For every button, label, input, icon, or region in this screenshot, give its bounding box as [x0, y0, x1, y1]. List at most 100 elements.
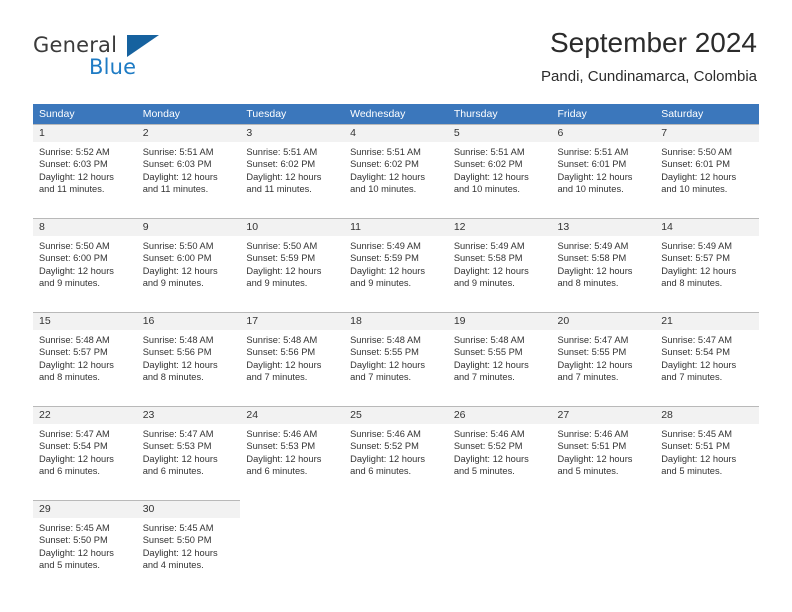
- day-cell[interactable]: 23 Sunrise: 5:47 AM Sunset: 5:53 PM Dayl…: [136, 406, 241, 496]
- sunset-text: Sunset: 6:03 PM: [39, 159, 108, 170]
- daylight-text-line2: and 6 minutes.: [39, 466, 100, 477]
- day-cell[interactable]: 12 Sunrise: 5:49 AM Sunset: 5:58 PM Dayl…: [447, 218, 552, 308]
- day-details: Sunrise: 5:50 AM Sunset: 6:00 PM Dayligh…: [33, 236, 137, 290]
- day-details: Sunrise: 5:47 AM Sunset: 5:54 PM Dayligh…: [33, 424, 137, 478]
- day-cell[interactable]: 7 Sunrise: 5:50 AM Sunset: 6:01 PM Dayli…: [655, 124, 759, 214]
- day-number: 11: [344, 219, 448, 236]
- daylight-text-line1: Daylight: 12 hours: [246, 453, 322, 464]
- day-cell[interactable]: 24 Sunrise: 5:46 AM Sunset: 5:53 PM Dayl…: [240, 406, 345, 496]
- day-cell[interactable]: 4 Sunrise: 5:51 AM Sunset: 6:02 PM Dayli…: [344, 124, 448, 214]
- day-number: 30: [136, 501, 241, 518]
- sunrise-text: Sunrise: 5:51 AM: [142, 147, 214, 157]
- day-cell[interactable]: 8 Sunrise: 5:50 AM Sunset: 6:00 PM Dayli…: [33, 218, 137, 308]
- day-cell[interactable]: 18 Sunrise: 5:48 AM Sunset: 5:55 PM Dayl…: [344, 312, 448, 402]
- daylight-text-line1: Daylight: 12 hours: [142, 359, 218, 370]
- daylight-text-line1: Daylight: 12 hours: [39, 265, 114, 276]
- day-cell[interactable]: 29 Sunrise: 5:45 AM Sunset: 5:50 PM Dayl…: [33, 500, 137, 584]
- sunrise-text: Sunrise: 5:47 AM: [39, 429, 110, 439]
- daylight-text-line1: Daylight: 12 hours: [557, 171, 633, 182]
- day-cell[interactable]: 9 Sunrise: 5:50 AM Sunset: 6:00 PM Dayli…: [136, 218, 241, 308]
- day-cell[interactable]: 19 Sunrise: 5:48 AM Sunset: 5:55 PM Dayl…: [447, 312, 552, 402]
- day-cell[interactable]: 27 Sunrise: 5:46 AM Sunset: 5:51 PM Dayl…: [551, 406, 656, 496]
- daylight-text-line2: and 9 minutes.: [350, 278, 412, 289]
- general-blue-logo[interactable]: General Blue: [33, 33, 223, 83]
- day-cell[interactable]: 5 Sunrise: 5:51 AM Sunset: 6:02 PM Dayli…: [447, 124, 552, 214]
- day-number: 27: [551, 407, 656, 424]
- sunrise-text: Sunrise: 5:47 AM: [142, 429, 214, 439]
- day-number: 12: [447, 219, 552, 236]
- day-cell[interactable]: 10 Sunrise: 5:50 AM Sunset: 5:59 PM Dayl…: [240, 218, 345, 308]
- blue-triangle-icon: [127, 35, 159, 57]
- day-cell[interactable]: 20 Sunrise: 5:47 AM Sunset: 5:55 PM Dayl…: [551, 312, 656, 402]
- day-number: 17: [240, 313, 345, 330]
- daylight-text-line2: and 8 minutes.: [661, 278, 723, 289]
- day-of-week-saturday: Saturday: [661, 108, 704, 120]
- day-details: Sunrise: 5:47 AM Sunset: 5:55 PM Dayligh…: [552, 330, 656, 384]
- daylight-text-line1: Daylight: 12 hours: [246, 265, 322, 276]
- day-cell[interactable]: 30 Sunrise: 5:45 AM Sunset: 5:50 PM Dayl…: [136, 500, 241, 584]
- daylight-text-line1: Daylight: 12 hours: [557, 453, 633, 464]
- logo-text-blue: Blue: [89, 55, 137, 79]
- day-of-week-tuesday: Tuesday: [246, 108, 287, 120]
- day-number: [552, 501, 656, 518]
- day-cell[interactable]: 13 Sunrise: 5:49 AM Sunset: 5:58 PM Dayl…: [551, 218, 656, 308]
- day-number: 20: [551, 313, 656, 330]
- day-cell[interactable]: 14 Sunrise: 5:49 AM Sunset: 5:57 PM Dayl…: [655, 218, 759, 308]
- day-number: 7: [655, 125, 759, 142]
- day-details: Sunrise: 5:46 AM Sunset: 5:52 PM Dayligh…: [448, 424, 552, 478]
- daylight-text-line2: and 9 minutes.: [142, 278, 204, 289]
- day-of-week-friday: Friday: [557, 108, 587, 120]
- daylight-text-line1: Daylight: 12 hours: [661, 359, 737, 370]
- day-cell[interactable]: 6 Sunrise: 5:51 AM Sunset: 6:01 PM Dayli…: [551, 124, 656, 214]
- day-cell[interactable]: 15 Sunrise: 5:48 AM Sunset: 5:57 PM Dayl…: [33, 312, 137, 402]
- calendar-grid: Sunday Monday Tuesday Wednesday Thursday…: [33, 104, 759, 584]
- sunset-text: Sunset: 5:58 PM: [453, 253, 523, 264]
- sunset-text: Sunset: 5:54 PM: [661, 347, 730, 358]
- sunset-text: Sunset: 5:57 PM: [39, 347, 108, 358]
- day-cell[interactable]: 16 Sunrise: 5:48 AM Sunset: 5:56 PM Dayl…: [136, 312, 241, 402]
- sunrise-text: Sunrise: 5:45 AM: [142, 523, 214, 533]
- page-title: September 2024: [549, 27, 757, 58]
- day-cell[interactable]: 11 Sunrise: 5:49 AM Sunset: 5:59 PM Dayl…: [344, 218, 448, 308]
- sunrise-text: Sunrise: 5:51 AM: [246, 147, 318, 157]
- day-cell[interactable]: 2 Sunrise: 5:51 AM Sunset: 6:03 PM Dayli…: [136, 124, 241, 214]
- day-cell[interactable]: 1 Sunrise: 5:52 AM Sunset: 6:03 PM Dayli…: [33, 124, 137, 214]
- daylight-text-line2: and 11 minutes.: [39, 184, 105, 195]
- day-cell-empty: [655, 500, 759, 584]
- daylight-text-line2: and 9 minutes.: [39, 278, 100, 289]
- daylight-text-line2: and 10 minutes.: [453, 184, 520, 195]
- day-details: Sunrise: 5:48 AM Sunset: 5:56 PM Dayligh…: [137, 330, 241, 384]
- day-cell[interactable]: 28 Sunrise: 5:45 AM Sunset: 5:51 PM Dayl…: [655, 406, 759, 496]
- sunrise-text: Sunrise: 5:50 AM: [246, 241, 318, 251]
- sunset-text: Sunset: 5:56 PM: [246, 347, 316, 358]
- day-cell[interactable]: 25 Sunrise: 5:46 AM Sunset: 5:52 PM Dayl…: [344, 406, 448, 496]
- daylight-text-line2: and 9 minutes.: [453, 278, 515, 289]
- day-details: Sunrise: 5:51 AM Sunset: 6:01 PM Dayligh…: [552, 142, 656, 196]
- day-number: [344, 501, 448, 518]
- day-cell[interactable]: 17 Sunrise: 5:48 AM Sunset: 5:56 PM Dayl…: [240, 312, 345, 402]
- sunset-text: Sunset: 5:55 PM: [453, 347, 523, 358]
- day-cell[interactable]: 21 Sunrise: 5:47 AM Sunset: 5:54 PM Dayl…: [655, 312, 759, 402]
- day-details: Sunrise: 5:49 AM Sunset: 5:58 PM Dayligh…: [448, 236, 552, 290]
- day-number: [448, 501, 552, 518]
- daylight-text-line2: and 8 minutes.: [39, 372, 100, 383]
- daylight-text-line1: Daylight: 12 hours: [142, 453, 218, 464]
- daylight-text-line2: and 8 minutes.: [557, 278, 619, 289]
- sunrise-text: Sunrise: 5:49 AM: [453, 241, 525, 251]
- daylight-text-line1: Daylight: 12 hours: [350, 171, 426, 182]
- day-cell[interactable]: 26 Sunrise: 5:46 AM Sunset: 5:52 PM Dayl…: [447, 406, 552, 496]
- daylight-text-line2: and 5 minutes.: [39, 560, 100, 571]
- sunset-text: Sunset: 5:50 PM: [39, 535, 108, 546]
- day-number: [240, 501, 344, 518]
- day-cell[interactable]: 22 Sunrise: 5:47 AM Sunset: 5:54 PM Dayl…: [33, 406, 137, 496]
- sunrise-text: Sunrise: 5:48 AM: [453, 335, 525, 345]
- daylight-text-line2: and 5 minutes.: [557, 466, 619, 477]
- daylight-text-line1: Daylight: 12 hours: [39, 547, 114, 558]
- sunrise-text: Sunrise: 5:51 AM: [453, 147, 525, 157]
- day-cell[interactable]: 3 Sunrise: 5:51 AM Sunset: 6:02 PM Dayli…: [240, 124, 345, 214]
- day-number: 23: [136, 407, 241, 424]
- day-details: Sunrise: 5:50 AM Sunset: 6:01 PM Dayligh…: [655, 142, 759, 196]
- sunset-text: Sunset: 5:53 PM: [142, 441, 212, 452]
- week-row: 1 Sunrise: 5:52 AM Sunset: 6:03 PM Dayli…: [33, 124, 759, 214]
- day-number: 18: [344, 313, 448, 330]
